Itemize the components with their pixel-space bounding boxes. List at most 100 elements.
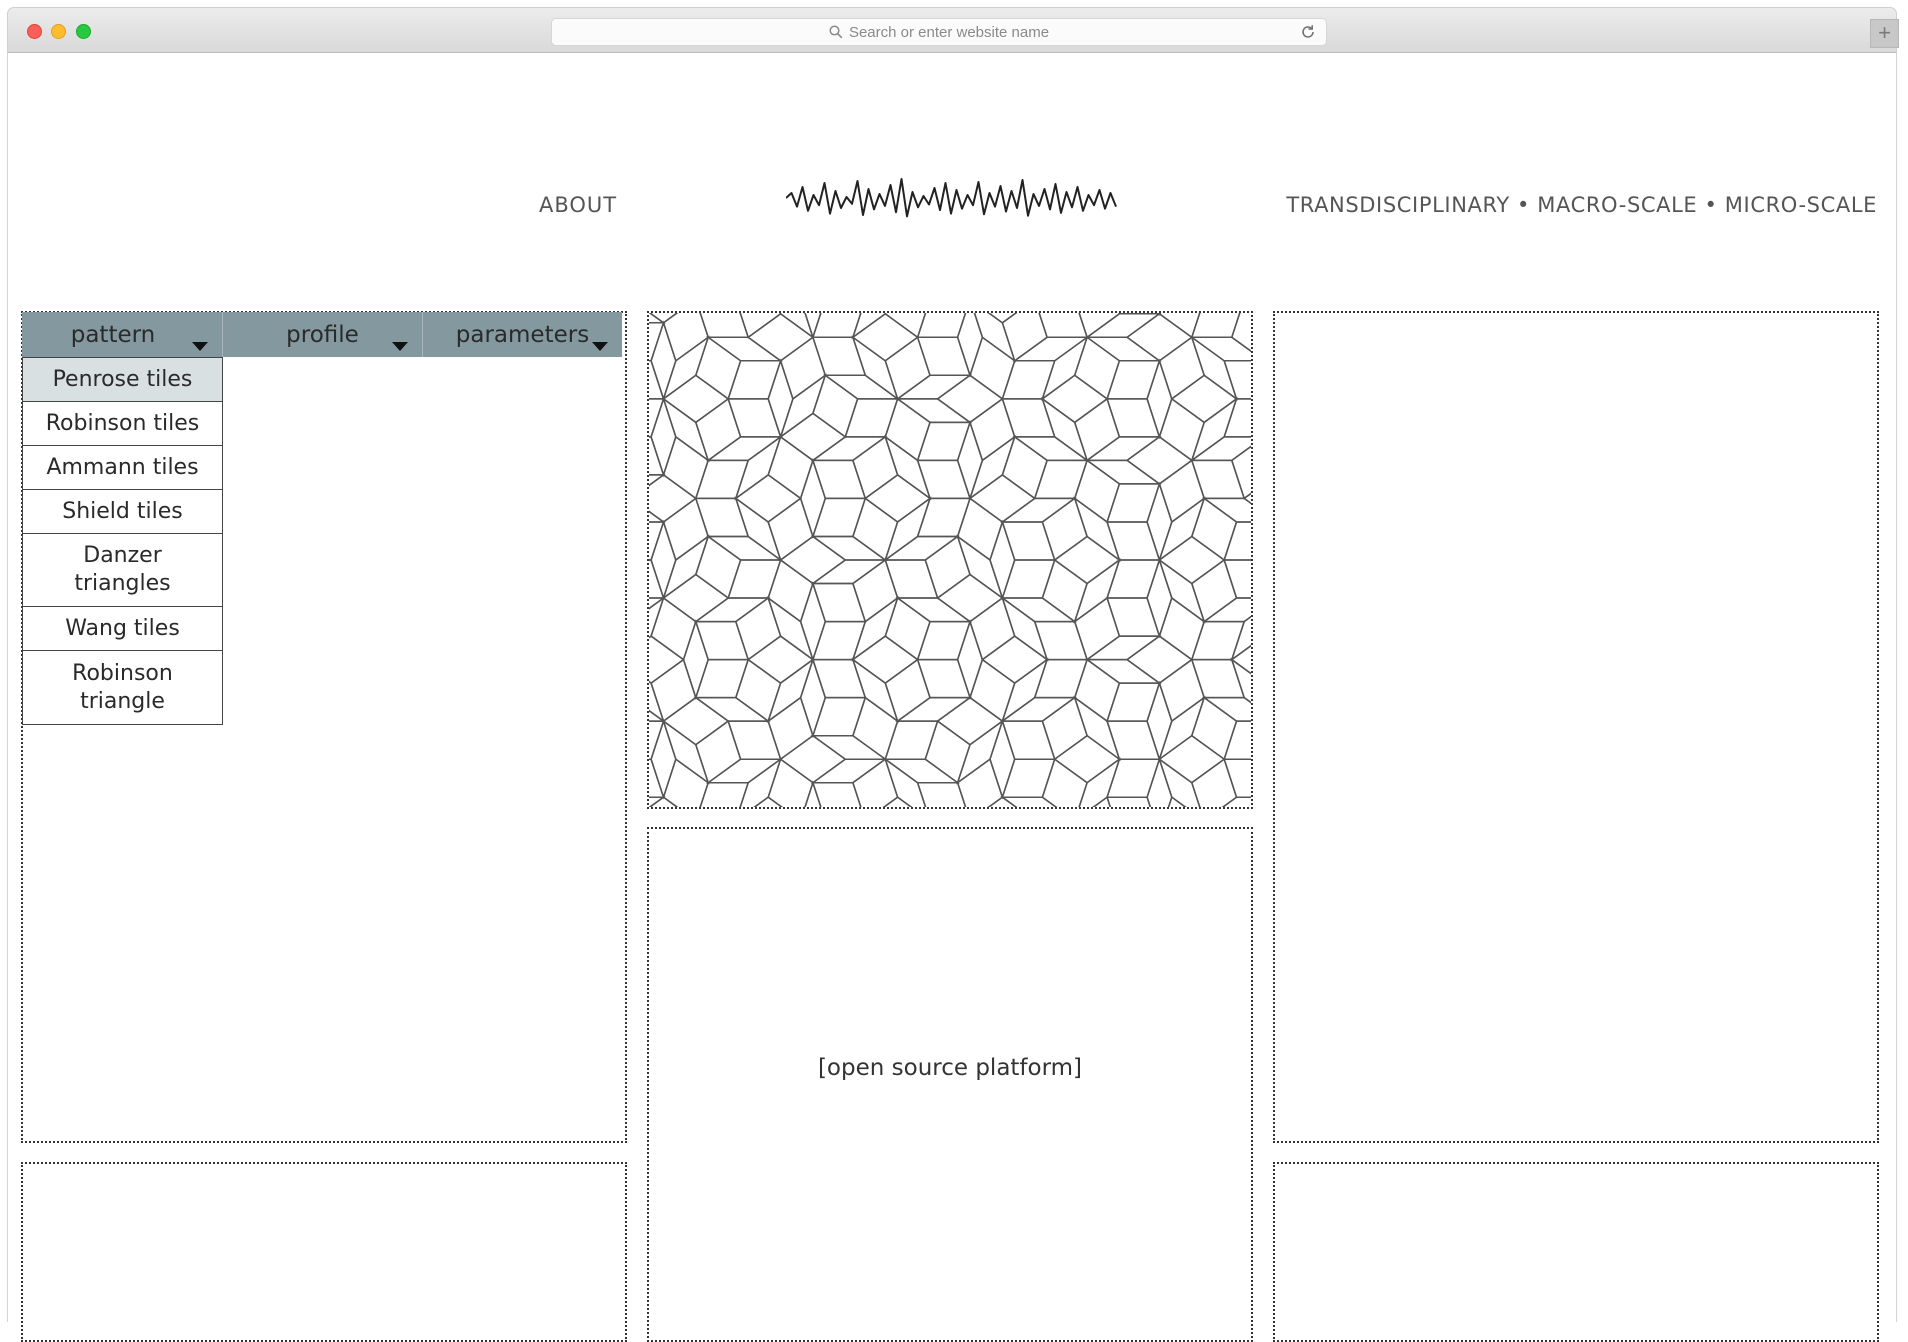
rhombus-tile: [851, 313, 887, 340]
rhombus-tile: [779, 336, 827, 401]
pattern-option-robinson-triangle[interactable]: Robinson triangle: [23, 651, 222, 724]
rhombus-tile: [1000, 696, 1078, 722]
pattern-option-penrose[interactable]: Penrose tiles: [23, 358, 222, 402]
rhombus-tile: [705, 758, 783, 784]
address-placeholder: Search or enter website name: [848, 23, 1050, 41]
rhombus-tile: [924, 719, 971, 784]
address-bar[interactable]: Search or enter website name: [551, 18, 1327, 46]
pattern-option-wang[interactable]: Wang tiles: [23, 607, 222, 651]
nav-about-link[interactable]: ABOUT: [539, 193, 617, 217]
pattern-menu-tab[interactable]: pattern: [22, 312, 223, 357]
pattern-option-ammann[interactable]: Ammann tiles: [23, 446, 222, 490]
rhombus-tile: [650, 396, 677, 478]
rhombus-tile: [1157, 757, 1201, 807]
new-tab-button[interactable]: +: [1870, 19, 1899, 48]
rhombus-tile: [916, 620, 972, 661]
rhombus-tile: [662, 435, 710, 500]
nav-scales-link[interactable]: TRANSDISCIPLINARY • MACRO-SCALE • MICRO-…: [1286, 193, 1877, 217]
rhombus-tile: [734, 434, 783, 501]
rhombus-tile: [767, 435, 814, 500]
rhombus-tile: [1125, 635, 1194, 685]
pattern-option-shield[interactable]: Shield tiles: [23, 490, 222, 534]
reload-icon[interactable]: [1300, 24, 1316, 44]
rhombus-tile: [1230, 445, 1251, 500]
rhombus-tile: [649, 680, 665, 724]
rhombus-tile: [1001, 435, 1048, 500]
rhombus-tile: [1041, 497, 1088, 562]
rhombus-tile: [1000, 657, 1049, 724]
rhombus-tile: [1106, 758, 1161, 798]
rhombus-tile: [1221, 796, 1251, 807]
rhombus-tile: [884, 658, 931, 723]
rhombus-tile: [662, 374, 730, 424]
caret-down-icon: [392, 331, 408, 357]
pattern-option-robinson-tiles[interactable]: Robinson tiles: [23, 402, 222, 446]
rhombus-tile: [650, 596, 697, 661]
rhombus-tile: [662, 696, 730, 746]
rhombus-tile: [767, 696, 814, 761]
rhombus-tile: [693, 696, 771, 722]
rhombus-tile: [1053, 535, 1121, 585]
left-bottom-panel: [21, 1162, 627, 1342]
rhombus-tile: [753, 796, 783, 807]
rhombus-tile: [1084, 459, 1162, 485]
parameters-menu-tab[interactable]: parameters: [423, 312, 622, 357]
pattern-option-danzer[interactable]: Danzer triangles: [23, 534, 222, 607]
rhombus-tile: [1190, 658, 1246, 699]
rhombus-tile: [884, 596, 931, 661]
menu-bar: pattern profile parameters: [22, 312, 622, 357]
profile-tab-label: profile: [286, 321, 359, 348]
rhombus-tile: [844, 398, 899, 438]
rhombus-tile: [727, 360, 782, 400]
rhombus-tile: [682, 619, 709, 701]
minimize-window-button[interactable]: [51, 24, 66, 39]
rhombus-tile: [810, 535, 888, 561]
rhombus-tile: [852, 696, 899, 761]
close-window-button[interactable]: [27, 24, 42, 39]
rhombus-tile: [1223, 521, 1251, 561]
rhombus-tile: [851, 657, 900, 724]
zoom-window-button[interactable]: [76, 24, 91, 39]
right-bottom-panel: [1273, 1162, 1879, 1342]
rhombus-tile: [895, 374, 973, 400]
rhombus-tile: [812, 374, 859, 439]
rhombus-tile: [694, 497, 750, 538]
rhombus-tile: [852, 435, 899, 500]
rhombus-tile: [916, 336, 972, 377]
rhombus-tile: [969, 658, 1016, 723]
rhombus-tile: [727, 559, 782, 599]
rhombus-tile: [1073, 459, 1121, 524]
rhombus-tile: [1073, 336, 1121, 401]
rhombus-tile: [734, 496, 783, 562]
rhombus-tile: [1041, 558, 1088, 623]
rhombus-tile: [956, 313, 984, 378]
rhombus-tile: [823, 374, 900, 400]
rhombus-tile: [1084, 658, 1162, 684]
rhombus-tile: [1106, 483, 1161, 523]
rhombus-tile: [916, 497, 972, 538]
rhombus-tile: [969, 397, 1016, 462]
rhombus-tile: [956, 534, 1004, 600]
profile-menu-tab[interactable]: profile: [223, 312, 423, 357]
rhombus-tile: [1190, 620, 1246, 661]
rhombus-tile: [1041, 757, 1088, 807]
waveform-logo-icon[interactable]: [785, 176, 1118, 231]
rhombus-tile: [799, 581, 827, 663]
rhombus-tile: [882, 758, 960, 784]
rhombus-tile: [650, 320, 677, 402]
platform-label: [open source platform]: [817, 1055, 1083, 1081]
rhombus-tile: [779, 734, 847, 784]
rhombus-tile: [851, 313, 919, 362]
rhombus-tile: [694, 535, 742, 600]
rhombus-tile: [895, 398, 973, 424]
rhombus-tile: [1230, 615, 1251, 662]
rhombus-tile: [1190, 459, 1246, 500]
rhombus-tile: [851, 335, 900, 401]
rhombus-tile: [1189, 436, 1251, 462]
rhombus-tile: [1084, 336, 1162, 362]
rhombus-tile: [810, 559, 888, 585]
rhombus-tile: [989, 519, 1016, 601]
rhombus-tile: [1242, 492, 1251, 505]
caret-down-icon: [192, 331, 208, 357]
rhombus-tile: [767, 358, 794, 440]
